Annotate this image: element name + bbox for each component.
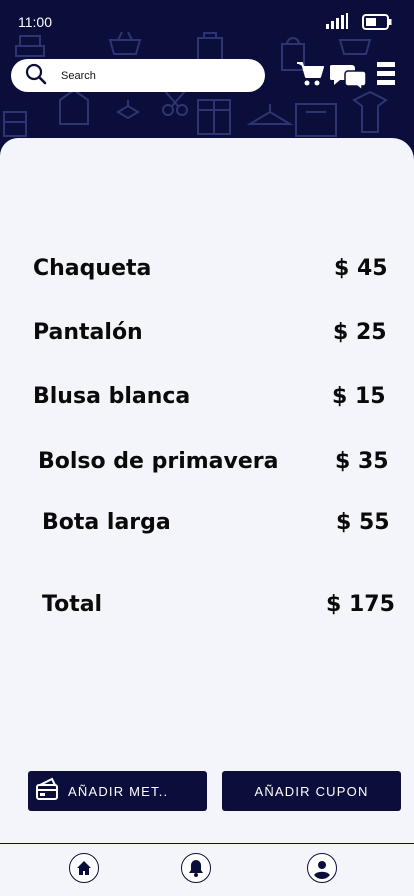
search-input[interactable]: Search [61, 70, 96, 82]
cart-icon[interactable] [296, 60, 324, 92]
item-name: Chaqueta [33, 256, 152, 281]
chat-icon[interactable] [329, 63, 368, 95]
item-name: Bota larga [42, 510, 171, 535]
total-label: Total [42, 592, 103, 617]
menu-icon[interactable] [377, 62, 395, 90]
add-coupon-label: AÑADIR CUPON [254, 783, 369, 799]
battery-icon [362, 14, 392, 33]
item-name: Pantalón [33, 320, 143, 345]
item-price: $ 15 [332, 384, 386, 409]
add-coupon-button[interactable]: AÑADIR CUPON [222, 771, 401, 811]
home-icon[interactable] [69, 853, 99, 883]
status-bar: 11:00 [18, 12, 392, 32]
search-icon [25, 63, 47, 89]
item-price: $ 25 [333, 320, 387, 345]
item-price: $ 45 [334, 256, 388, 281]
item-price: $ 35 [335, 449, 389, 474]
item-name: Bolso de primavera [38, 449, 279, 474]
bell-icon[interactable] [181, 853, 211, 883]
item-price: $ 55 [336, 510, 390, 535]
search-bar[interactable]: Search [11, 59, 265, 92]
add-payment-method-label: AÑADIR MET.. [68, 783, 169, 799]
signal-icon [326, 13, 348, 32]
status-time: 11:00 [18, 14, 52, 30]
item-name: Blusa blanca [33, 384, 191, 409]
total-value: $ 175 [326, 592, 395, 617]
credit-card-icon [34, 777, 60, 806]
add-payment-method-button[interactable]: AÑADIR MET.. [28, 771, 207, 811]
profile-icon[interactable] [307, 853, 337, 883]
bottom-nav-divider [0, 843, 414, 844]
